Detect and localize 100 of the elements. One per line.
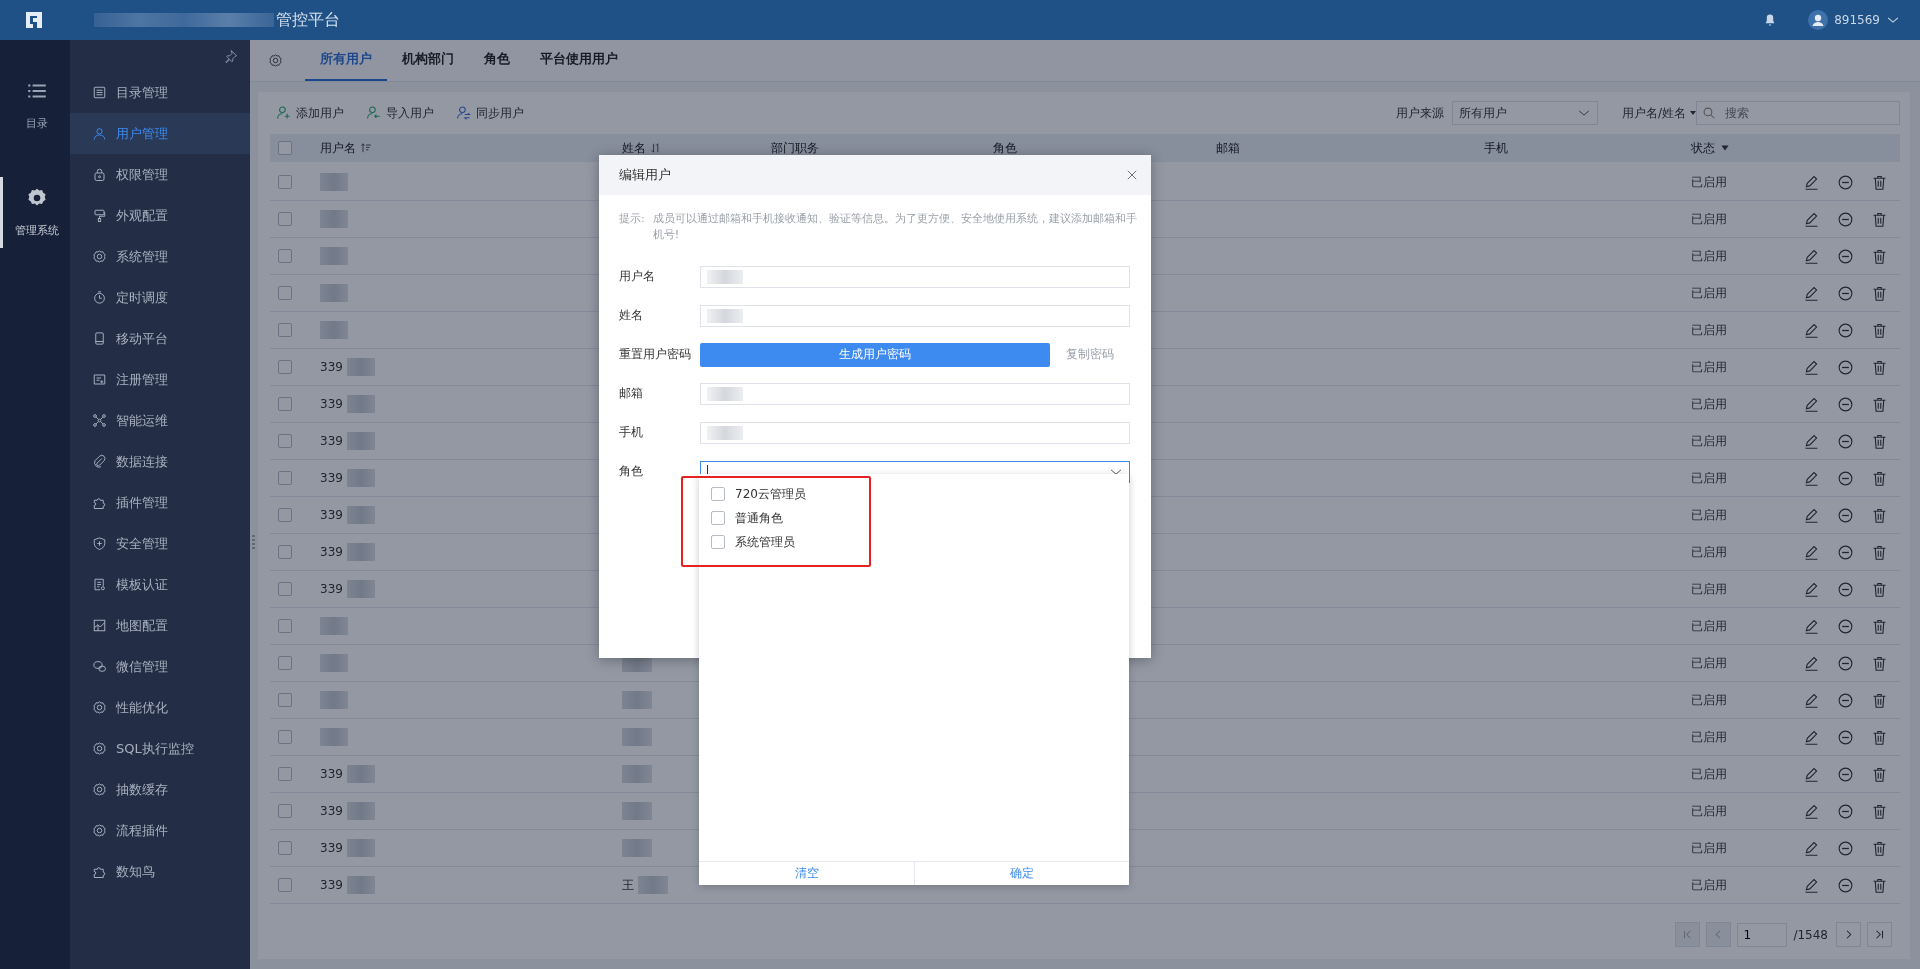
disable-icon[interactable]: [1837, 173, 1854, 191]
source-select[interactable]: 所有用户: [1451, 101, 1598, 125]
trash-icon[interactable]: [1871, 173, 1888, 191]
checkbox[interactable]: [278, 141, 292, 155]
sort-icon[interactable]: [360, 142, 372, 154]
disable-icon[interactable]: [1837, 543, 1854, 561]
trash-icon[interactable]: [1871, 580, 1888, 598]
disable-icon[interactable]: [1837, 469, 1854, 487]
edit-icon[interactable]: [1803, 876, 1820, 894]
sidebar-item[interactable]: 用户管理: [70, 113, 250, 154]
trash-icon[interactable]: [1871, 432, 1888, 450]
edit-icon[interactable]: [1803, 580, 1820, 598]
sidebar-item[interactable]: 定时调度: [70, 277, 250, 318]
sidebar-item[interactable]: 模板认证: [70, 564, 250, 605]
search-field[interactable]: 搜索: [1696, 101, 1900, 125]
checkbox[interactable]: [278, 545, 292, 559]
dropdown-button[interactable]: 确定: [914, 862, 1129, 885]
disable-icon[interactable]: [1837, 506, 1854, 524]
trash-icon[interactable]: [1871, 395, 1888, 413]
checkbox[interactable]: [278, 508, 292, 522]
checkbox[interactable]: [711, 511, 725, 525]
sidebar-item[interactable]: 注册管理: [70, 359, 250, 400]
trash-icon[interactable]: [1871, 876, 1888, 894]
rail-item[interactable]: 目录: [0, 70, 70, 141]
checkbox[interactable]: [278, 878, 292, 892]
sidebar-item[interactable]: 抽数缓存: [70, 769, 250, 810]
disable-icon[interactable]: [1837, 728, 1854, 746]
disable-icon[interactable]: [1837, 358, 1854, 376]
disable-icon[interactable]: [1837, 432, 1854, 450]
disable-icon[interactable]: [1837, 691, 1854, 709]
input-field[interactable]: [700, 265, 1130, 288]
disable-icon[interactable]: [1837, 395, 1854, 413]
checkbox[interactable]: [278, 323, 292, 337]
edit-icon[interactable]: [1803, 728, 1820, 746]
sidebar-item[interactable]: 目录管理: [70, 72, 250, 113]
edit-icon[interactable]: [1803, 506, 1820, 524]
sidebar-item[interactable]: 移动平台: [70, 318, 250, 359]
toolbar-button[interactable]: 添加用户: [276, 104, 344, 122]
sidebar-item[interactable]: 数据连接: [70, 441, 250, 482]
disable-icon[interactable]: [1837, 839, 1854, 857]
edit-icon[interactable]: [1803, 839, 1820, 857]
role-option[interactable]: 720云管理员: [699, 482, 1129, 506]
trash-icon[interactable]: [1871, 654, 1888, 672]
checkbox[interactable]: [278, 804, 292, 818]
trash-icon[interactable]: [1871, 284, 1888, 302]
edit-icon[interactable]: [1803, 284, 1820, 302]
checkbox[interactable]: [278, 360, 292, 374]
checkbox[interactable]: [278, 175, 292, 189]
edit-icon[interactable]: [1803, 765, 1820, 783]
trash-icon[interactable]: [1871, 247, 1888, 265]
page-field[interactable]: 1: [1737, 922, 1788, 947]
generate-password-button[interactable]: 生成用户密码: [700, 342, 1050, 367]
checkbox[interactable]: [278, 434, 292, 448]
role-option[interactable]: 系统管理员: [699, 530, 1129, 554]
checkbox[interactable]: [278, 619, 292, 633]
toolbar-button[interactable]: 导入用户: [366, 104, 434, 122]
edit-icon[interactable]: [1803, 543, 1820, 561]
trash-icon[interactable]: [1871, 469, 1888, 487]
sidebar-item[interactable]: 数知鸟: [70, 851, 250, 892]
edit-icon[interactable]: [1803, 395, 1820, 413]
role-option[interactable]: 普通角色: [699, 506, 1129, 530]
checkbox[interactable]: [278, 582, 292, 596]
checkbox[interactable]: [278, 767, 292, 781]
trash-icon[interactable]: [1871, 802, 1888, 820]
sidebar-item[interactable]: 安全管理: [70, 523, 250, 564]
sidebar-item[interactable]: 系统管理: [70, 236, 250, 277]
trash-icon[interactable]: [1871, 358, 1888, 376]
edit-icon[interactable]: [1803, 321, 1820, 339]
input-field[interactable]: [700, 304, 1130, 327]
disable-icon[interactable]: [1837, 284, 1854, 302]
checkbox[interactable]: [278, 730, 292, 744]
edit-icon[interactable]: [1803, 247, 1820, 265]
trash-icon[interactable]: [1871, 506, 1888, 524]
toolbar-button[interactable]: 同步用户: [456, 104, 524, 122]
checkbox[interactable]: [278, 693, 292, 707]
search-scope-dropdown[interactable]: 用户名/姓名: [1621, 104, 1698, 122]
input-field[interactable]: [700, 382, 1130, 405]
settings-icon[interactable]: [268, 53, 283, 68]
trash-icon[interactable]: [1871, 728, 1888, 746]
trash-icon[interactable]: [1871, 839, 1888, 857]
disable-icon[interactable]: [1837, 321, 1854, 339]
tab[interactable]: 平台使用用户: [525, 40, 633, 81]
pin-icon[interactable]: [223, 48, 238, 64]
trash-icon[interactable]: [1871, 765, 1888, 783]
trash-icon[interactable]: [1871, 691, 1888, 709]
input-field[interactable]: [700, 421, 1130, 444]
disable-icon[interactable]: [1837, 765, 1854, 783]
trash-icon[interactable]: [1871, 543, 1888, 561]
disable-icon[interactable]: [1837, 802, 1854, 820]
disable-icon[interactable]: [1837, 654, 1854, 672]
disable-icon[interactable]: [1837, 580, 1854, 598]
sidebar-item[interactable]: 插件管理: [70, 482, 250, 523]
user-menu[interactable]: 891569: [1808, 10, 1900, 30]
trash-icon[interactable]: [1871, 210, 1888, 228]
last-page-button[interactable]: [1867, 922, 1892, 947]
checkbox[interactable]: [278, 397, 292, 411]
checkbox[interactable]: [278, 212, 292, 226]
dropdown-button[interactable]: 清空: [699, 862, 914, 885]
tab[interactable]: 角色: [469, 40, 525, 81]
checkbox[interactable]: [278, 249, 292, 263]
